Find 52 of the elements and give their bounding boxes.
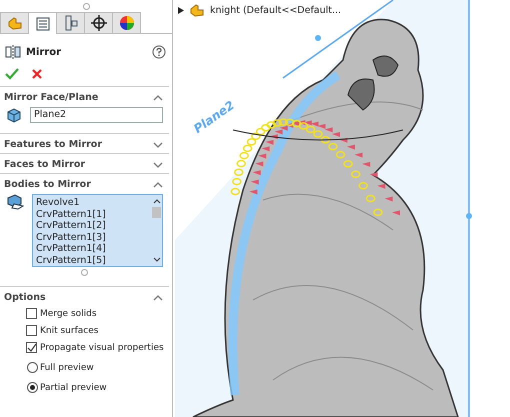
checkbox-label: Knit surfaces [40,326,98,336]
expand-arrow-icon[interactable] [178,6,184,14]
panel-tab[interactable] [112,12,141,33]
cancel-icon[interactable] [31,68,43,80]
mirror-icon [5,45,21,59]
resize-grip-icon[interactable] [81,269,88,276]
section-header[interactable]: Options [4,292,46,303]
bodies-list[interactable]: Revolve1 CrvPattern1[1] CrvPattern1[2] CrvPattern1[3] CrvPattern1[4] CrvPattern1[5] [32,194,163,267]
color-wheel-icon [118,15,134,31]
list-item[interactable]: CrvPattern1[2] [36,220,148,232]
help-icon[interactable] [152,45,166,59]
plane-cube-icon [6,107,22,123]
radio-button[interactable] [27,382,38,393]
panel-grip-icon[interactable] [82,2,90,10]
list-icon [36,16,50,30]
radio-label: Partial preview [40,382,107,392]
section-header[interactable]: Features to Mirror [4,139,102,150]
collapse-caret-icon[interactable] [153,294,163,300]
section-header[interactable]: Mirror Face/Plane [4,92,98,103]
collapse-caret-icon[interactable] [153,94,163,100]
panel-tab[interactable] [84,12,113,33]
section-header[interactable]: Faces to Mirror [4,159,86,170]
scroll-down-icon[interactable] [152,257,160,262]
list-item[interactable]: CrvPattern1[4] [36,243,148,254]
checkbox[interactable] [26,325,37,336]
panel-tab[interactable] [56,12,85,33]
list-item[interactable]: CrvPattern1[1] [36,208,148,220]
ok-checkmark-icon[interactable] [5,68,19,80]
feature-title: Mirror [26,46,62,58]
checkbox[interactable] [26,342,37,353]
expand-caret-icon[interactable] [153,162,163,168]
section-header[interactable]: Bodies to Mirror [4,179,91,190]
panel-tab[interactable] [28,12,57,34]
checkbox-label: Propagate visual properties [40,342,164,352]
radio-label: Full preview [40,362,94,372]
checkbox-label: Merge solids [40,308,97,318]
radio-button[interactable] [27,362,38,373]
list-item[interactable]: CrvPattern1[3] [36,232,148,243]
bodies-icon [6,194,24,210]
list-item[interactable]: Revolve1 [36,197,148,208]
part-icon [189,3,205,17]
crosshair-icon [90,15,106,31]
expand-caret-icon[interactable] [153,142,163,148]
part-icon [6,16,22,30]
plane-selection-field[interactable]: Plane2 [30,107,163,123]
checkbox[interactable] [26,308,37,319]
list-item[interactable]: CrvPattern1[5] [36,254,148,266]
breadcrumb-text[interactable]: knight (Default<<Default... [210,4,342,16]
configuration-icon [64,15,78,31]
collapse-caret-icon[interactable] [153,182,163,188]
scroll-thumb[interactable] [152,207,161,218]
scroll-up-icon[interactable] [152,199,160,204]
